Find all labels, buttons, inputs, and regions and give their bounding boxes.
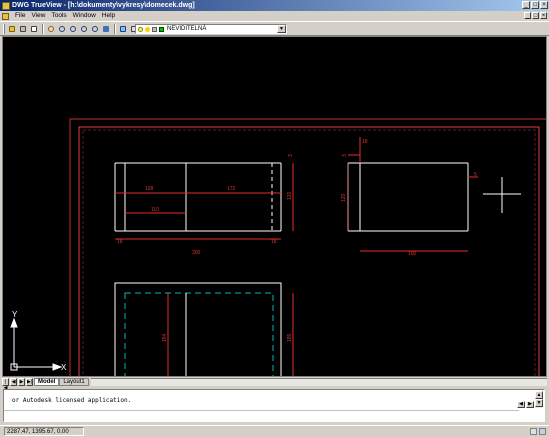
sun-icon — [145, 26, 150, 32]
lock-icon — [152, 26, 157, 32]
top-view-right — [347, 137, 478, 252]
menu-file[interactable]: File — [12, 11, 28, 21]
dim-text: 110 — [151, 207, 159, 213]
dim-text: 5 — [474, 172, 477, 178]
ucs-x-label: X — [61, 363, 67, 372]
dim-text: 18 — [271, 239, 277, 245]
pan-icon[interactable] — [46, 24, 56, 34]
dim-text: 172 — [227, 186, 236, 192]
drawing-hscrollbar[interactable] — [90, 377, 547, 386]
command-divider — [4, 410, 519, 411]
doc-minimize-button[interactable]: _ — [524, 12, 531, 19]
dim-text: 120 — [287, 191, 293, 200]
toolbar-grip[interactable] — [3, 23, 5, 34]
sheet-border-inner — [78, 126, 540, 376]
scroll-up-icon[interactable]: ▲ — [535, 391, 543, 399]
window-title: DWG TrueView - [h:\dokumenty\vykresy\dom… — [12, 2, 195, 9]
dim-text: 195 — [287, 333, 293, 342]
regen-icon[interactable] — [101, 24, 111, 34]
document-controls: _ □ × — [524, 12, 547, 19]
current-layer-name: NEVIDITELNÁ — [167, 26, 207, 32]
zoom-previous-icon[interactable] — [90, 24, 100, 34]
ucs-y-label: Y — [12, 310, 18, 319]
zoom-realtime-icon[interactable] — [57, 24, 67, 34]
maximize-button[interactable]: □ — [531, 1, 539, 9]
layout-tabs-bar: |◀ ◀ ▶ ▶| Model Layout1 — [2, 377, 547, 391]
chevron-down-icon[interactable]: ▼ — [277, 25, 286, 33]
tab-layout1[interactable]: Layout1 — [59, 377, 89, 386]
document-icon[interactable] — [2, 12, 9, 20]
minimize-button[interactable]: _ — [522, 1, 530, 9]
print-icon[interactable] — [18, 24, 28, 34]
sheet-border-outer — [69, 118, 546, 376]
dwg-trueview-app-icon[interactable] — [2, 1, 10, 10]
last-tab-button[interactable]: ▶| — [26, 377, 33, 386]
drawing-svg: 128 172 110 120 18 18 300 3 18 3 120 5 1… — [10, 118, 546, 376]
next-tab-button[interactable]: ▶ — [18, 377, 25, 386]
status-tray — [530, 428, 546, 435]
layers-icon[interactable] — [118, 24, 128, 34]
window-controls: _ □ × — [522, 1, 548, 9]
zoom-extents-icon[interactable] — [79, 24, 89, 34]
doc-restore-button[interactable]: □ — [532, 12, 539, 19]
menu-tools[interactable]: Tools — [48, 11, 69, 21]
menu-help[interactable]: Help — [99, 11, 118, 21]
prev-tab-button[interactable]: ◀ — [10, 377, 17, 386]
command-vscrollbar[interactable]: ▲ ▼ — [535, 391, 543, 408]
menu-view[interactable]: View — [28, 11, 48, 21]
dim-text: 128 — [145, 186, 154, 192]
first-tab-button[interactable]: |◀ — [2, 377, 9, 391]
color-swatch-icon — [159, 26, 164, 32]
doc-close-button[interactable]: × — [540, 12, 547, 19]
dim-text: 120 — [341, 193, 347, 202]
tray-settings-icon[interactable] — [539, 428, 546, 435]
menu-bar: File View Tools Window Help _ □ × — [0, 11, 549, 21]
dim-text: 3 — [288, 154, 294, 157]
menu-window[interactable]: Window — [70, 11, 99, 21]
title-bar: DWG TrueView - [h:\dokumenty\vykresy\dom… — [0, 0, 549, 11]
toolbar-separator — [114, 23, 116, 34]
preview-icon[interactable] — [29, 24, 39, 34]
dim-text: 3 — [342, 154, 348, 157]
crosshair-cursor — [483, 177, 521, 213]
dim-text: 154 — [162, 333, 168, 342]
front-view — [114, 282, 294, 376]
comm-center-icon[interactable] — [530, 428, 537, 435]
drawing-canvas[interactable]: 128 172 110 120 18 18 300 3 18 3 120 5 1… — [2, 36, 547, 377]
lightbulb-icon — [138, 26, 143, 32]
zoom-window-icon[interactable] — [68, 24, 78, 34]
dim-text: 190 — [408, 251, 417, 257]
toolbar-separator — [42, 23, 44, 34]
tab-model[interactable]: Model — [34, 377, 60, 386]
standard-toolbar: NEVIDITELNÁ ▼ — [0, 21, 549, 36]
scroll-right-icon[interactable]: ▶ — [526, 401, 534, 408]
scroll-left-icon[interactable]: ◀ — [517, 401, 525, 408]
command-line-window[interactable]: or Autodesk licensed application. ◀ ▶ ▲ … — [3, 389, 545, 422]
dim-text: 18 — [117, 239, 123, 245]
layer-dropdown[interactable]: NEVIDITELNÁ ▼ — [135, 24, 287, 34]
ucs-icon — [10, 317, 63, 371]
open-icon[interactable] — [7, 24, 17, 34]
cursor-coordinates[interactable]: 2287.47, 1395.67, 0.00 — [4, 427, 84, 436]
sheet-border-dash — [82, 129, 536, 376]
scroll-down-icon[interactable]: ▼ — [535, 399, 543, 407]
close-button[interactable]: × — [540, 1, 548, 9]
top-view-left — [114, 162, 294, 240]
dim-text: 300 — [192, 250, 201, 256]
command-hscrollbar[interactable]: ◀ ▶ — [4, 401, 534, 408]
dim-text: 18 — [362, 139, 368, 145]
status-bar: 2287.47, 1395.67, 0.00 — [0, 425, 549, 437]
